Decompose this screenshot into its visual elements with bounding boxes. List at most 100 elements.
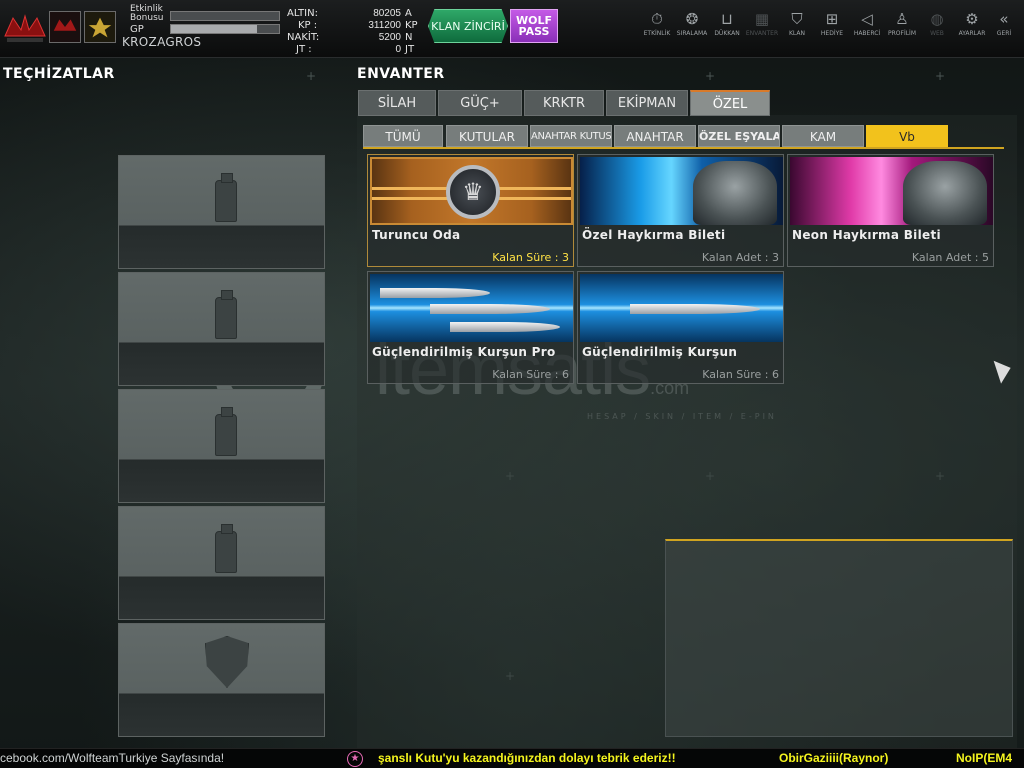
bullet-image: [580, 274, 783, 342]
currency-row: JT :0 JT: [296, 44, 415, 55]
username: KROZAGROS: [122, 35, 202, 49]
nav-event[interactable]: ⏱ ETKİNLİK: [639, 8, 675, 48]
bullet-icon: [380, 288, 490, 298]
equipment-title: TEÇHİZATLAR: [3, 66, 115, 82]
equipment-slot[interactable]: [118, 389, 325, 503]
ticker-player: ObirGaziiii(Raynor): [779, 751, 889, 765]
cart-icon: ⊔: [721, 10, 733, 28]
nav-shop[interactable]: ⊔ DÜKKAN: [709, 8, 745, 48]
tab-character[interactable]: KRKTR: [524, 90, 604, 116]
nav-ranking[interactable]: ❂ SIRALAMA: [674, 8, 710, 48]
spray-can-icon: [215, 407, 237, 456]
equipment-slot[interactable]: [118, 272, 325, 386]
nav-back[interactable]: «GERİ: [989, 8, 1019, 48]
nav-web[interactable]: ◍ WEB: [919, 8, 955, 48]
item-name: Güçlendirilmiş Kurşun Pro: [372, 345, 556, 359]
crown-medal-icon: ♛: [446, 165, 500, 219]
ticker-facebook: cebook.com/WolfteamTurkiye Sayfasında!: [0, 751, 225, 765]
news-ticker: cebook.com/WolfteamTurkiye Sayfasında! ★…: [0, 748, 1024, 768]
subtab-key[interactable]: ANAHTAR: [614, 125, 696, 147]
subtab-key-box[interactable]: ANAHTAR KUTUSU: [530, 125, 612, 147]
equipment-slot[interactable]: [118, 623, 325, 737]
bullet-pro-image: [370, 274, 573, 342]
clan-chain-button[interactable]: KLAN ZİNCİRİ: [428, 9, 508, 43]
item-name: Güçlendirilmiş Kurşun: [582, 345, 738, 359]
item-card-orange-room[interactable]: ♛ Turuncu Oda Kalan Süre : 3: [367, 154, 574, 267]
wolf-pass-button[interactable]: WOLF PASS: [510, 9, 558, 43]
bullet-icon: [430, 304, 550, 314]
tab-special[interactable]: ÖZEL: [690, 90, 770, 116]
stopwatch-icon: ⏱: [651, 10, 663, 28]
currency-panel: ALTIN: 80205 A KP :311200 KP NAKİT: 5200 N JT…: [284, 4, 424, 56]
inventory-icon: ▦: [754, 10, 770, 28]
item-card-neon-shout[interactable]: Neon Haykırma Bileti Kalan Adet : 5: [787, 154, 994, 267]
tab-power[interactable]: GÜÇ+: [438, 90, 522, 116]
equipment-slot[interactable]: [118, 506, 325, 620]
grid-marker: +: [306, 69, 317, 83]
item-card-bullet[interactable]: Güçlendirilmiş Kurşun Kalan Süre : 6: [577, 271, 784, 384]
currency-row: ALTIN: 80205 A: [287, 8, 412, 19]
currency-row: KP :311200 KP: [298, 20, 418, 31]
clan-emblem[interactable]: [49, 11, 81, 43]
globe-icon: ◍: [930, 10, 944, 28]
grid-marker: +: [705, 69, 716, 83]
nav-gift[interactable]: ⊞ HEDİYE: [814, 8, 850, 48]
item-remaining: Kalan Süre : 6: [492, 368, 569, 381]
item-name: Özel Haykırma Bileti: [582, 228, 726, 242]
item-remaining: Kalan Adet : 5: [911, 251, 989, 264]
item-card-special-shout[interactable]: Özel Haykırma Bileti Kalan Adet : 3: [577, 154, 784, 267]
spray-can-icon: [215, 524, 237, 573]
spray-can-icon: [215, 290, 237, 339]
bullet-icon: [630, 304, 760, 314]
item-remaining: Kalan Süre : 6: [702, 368, 779, 381]
subtab-special-items[interactable]: ÖZEL EŞYALAR: [698, 125, 780, 147]
item-name: Neon Haykırma Bileti: [792, 228, 941, 242]
tab-weapon[interactable]: SİLAH: [358, 90, 436, 116]
top-bar: Etkinlik Bonusu GP KROZAGROS ALTIN: 80205…: [0, 0, 1024, 58]
star-icon: ★: [347, 751, 363, 767]
nav-inventory[interactable]: ▦ ENVANTER: [744, 8, 780, 48]
shield-icon: [205, 636, 249, 688]
inventory-title: ENVANTER: [357, 66, 445, 82]
rank-insignia: [84, 11, 116, 43]
soldier-portrait: [903, 161, 987, 225]
gift-icon: ⊞: [825, 10, 839, 28]
medal-icon: ❂: [685, 10, 699, 28]
currency-row: NAKİT: 5200 N: [287, 32, 413, 43]
item-remaining: Kalan Süre : 3: [492, 251, 569, 264]
subtab-all[interactable]: TÜMÜ: [363, 125, 443, 147]
equipment-slot[interactable]: [118, 155, 325, 269]
subtab-boxes[interactable]: KUTULAR: [446, 125, 528, 147]
tab-equipment[interactable]: EKİPMAN: [606, 90, 688, 116]
gp-label: GP: [130, 24, 144, 35]
event-bonus-label: Etkinlik Bonusu: [130, 4, 164, 23]
event-bonus-bar: [170, 11, 280, 21]
grid-marker: +: [935, 69, 946, 83]
spray-can-icon: [215, 173, 237, 222]
megaphone-icon: ◁: [861, 10, 873, 28]
bullet-icon: [450, 322, 560, 332]
gp-bar: [170, 24, 280, 34]
clan-shield-icon: ⛉: [791, 10, 803, 28]
wolfteam-logo: [4, 14, 46, 42]
item-name: Turuncu Oda: [372, 228, 461, 242]
neon-shout-image: [790, 157, 993, 225]
item-card-bullet-pro[interactable]: Güçlendirilmiş Kurşun Pro Kalan Süre : 6: [367, 271, 574, 384]
back-chevrons-icon: «: [999, 10, 1009, 28]
nav-profile[interactable]: ♙ PROFİLİM: [884, 8, 920, 48]
subtab-underline: [363, 147, 1004, 149]
ticker-player: NoIP(EM4: [956, 751, 1013, 765]
item-remaining: Kalan Adet : 3: [701, 251, 779, 264]
orange-room-image: ♛: [370, 157, 573, 225]
special-shout-image: [580, 157, 783, 225]
profile-icon: ♙: [895, 10, 909, 28]
gear-icon: ⚙: [965, 10, 979, 28]
nav-clan[interactable]: ⛉ KLAN: [779, 8, 815, 48]
nav-messenger[interactable]: ◁ HABERCİ: [849, 8, 885, 48]
ticker-message: şanslı Kutu'yu kazandığınızdan dolayı te…: [378, 751, 676, 765]
subtab-kam[interactable]: KAM: [782, 125, 864, 147]
nav-settings[interactable]: ⚙ AYARLAR: [954, 8, 990, 48]
soldier-portrait: [693, 161, 777, 225]
item-detail-panel: [665, 539, 1013, 737]
subtab-misc[interactable]: Vb: [866, 125, 948, 147]
